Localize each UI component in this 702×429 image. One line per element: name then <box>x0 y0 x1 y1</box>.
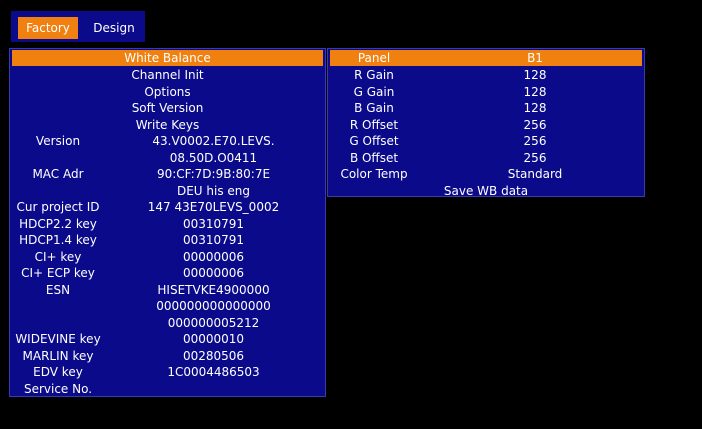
menu-item-channel-init[interactable]: Channel Init <box>12 67 323 83</box>
b-offset-value: 256 <box>523 151 547 165</box>
mac-label: MAC Adr <box>32 167 84 181</box>
white-balance-panel: Panel B1 R Gain 128 G Gain 128 B Gain 12… <box>327 48 645 199</box>
info-row-esn: ESN HISETVKE4900000 <box>12 282 323 298</box>
esn-label: ESN <box>45 283 71 297</box>
esn-value-line2: 000000000000000 <box>156 299 271 313</box>
wb-row-b-offset[interactable]: B Offset 256 <box>330 150 642 166</box>
wb-row-g-gain[interactable]: G Gain 128 <box>330 84 642 100</box>
edv-label: EDV key <box>33 365 83 379</box>
marlin-value: 00280506 <box>182 349 245 363</box>
save-wb-data-label: Save WB data <box>443 184 529 198</box>
wb-row-r-offset[interactable]: R Offset 256 <box>330 117 642 133</box>
info-row-hdcp22: HDCP2.2 key 00310791 <box>12 216 323 232</box>
menu-item-write-keys[interactable]: Write Keys <box>12 117 323 133</box>
panel-value: B1 <box>527 51 543 65</box>
menu-item-label: Soft Version <box>131 101 204 115</box>
color-temp-label: Color Temp <box>340 167 408 181</box>
r-offset-value: 256 <box>523 118 547 132</box>
ciplus-ecp-value: 00000006 <box>182 266 245 280</box>
languages-value: DEU his eng <box>176 184 251 198</box>
info-row-widevine: WIDEVINE key 00000010 <box>12 331 323 347</box>
r-gain-label: R Gain <box>354 68 394 82</box>
wb-row-g-offset[interactable]: G Offset 256 <box>330 133 642 149</box>
hdcp22-label: HDCP2.2 key <box>19 217 97 231</box>
tab-bar: Factory Design <box>11 11 145 42</box>
menu-item-label: Write Keys <box>135 118 200 132</box>
r-offset-label: R Offset <box>349 118 399 132</box>
wb-row-panel[interactable]: Panel B1 <box>330 50 642 66</box>
hdcp22-value: 00310791 <box>182 217 245 231</box>
menu-item-label: White Balance <box>124 51 211 65</box>
info-row-version: Version 43.V0002.E70.LEVS. <box>12 133 323 149</box>
version-label: Version <box>35 134 81 148</box>
info-row-version-cont: 08.50D.O0411 <box>12 150 323 166</box>
tab-design[interactable]: Design <box>86 17 142 39</box>
info-row-service: Service No. <box>12 381 323 397</box>
hdcp14-label: HDCP1.4 key <box>19 233 97 247</box>
b-gain-label: B Gain <box>354 101 394 115</box>
info-row-esn-cont1: 000000000000000 <box>12 298 323 314</box>
info-row-ciplus: CI+ key 00000006 <box>12 249 323 265</box>
wb-row-b-gain[interactable]: B Gain 128 <box>330 100 642 116</box>
info-row-marlin: MARLIN key 00280506 <box>12 348 323 364</box>
menu-item-soft-version[interactable]: Soft Version <box>12 100 323 116</box>
menu-item-label: Options <box>144 85 191 99</box>
info-row-languages: DEU his eng <box>12 183 323 199</box>
factory-menu-panel: White Balance Channel Init Options Soft … <box>9 48 326 397</box>
r-gain-value: 128 <box>523 68 547 82</box>
g-gain-value: 128 <box>523 85 547 99</box>
version-value-line2: 08.50D.O0411 <box>169 151 258 165</box>
widevine-label: WIDEVINE key <box>15 332 101 346</box>
menu-item-options[interactable]: Options <box>12 84 323 100</box>
wb-row-color-temp[interactable]: Color Temp Standard <box>330 166 642 182</box>
esn-value-line1: HISETVKE4900000 <box>157 283 270 297</box>
info-row-ciplus-ecp: CI+ ECP key 00000006 <box>12 265 323 281</box>
b-offset-label: B Offset <box>349 151 399 165</box>
version-value-line1: 43.V0002.E70.LEVS. <box>152 134 275 148</box>
menu-item-white-balance[interactable]: White Balance <box>12 50 323 66</box>
wb-row-r-gain[interactable]: R Gain 128 <box>330 67 642 83</box>
color-temp-value: Standard <box>507 167 563 181</box>
g-gain-label: G Gain <box>353 85 395 99</box>
ciplus-value: 00000006 <box>182 250 245 264</box>
esn-value-line3: 000000005212 <box>167 316 260 330</box>
info-row-edv: EDV key 1C0004486503 <box>12 364 323 380</box>
info-row-hdcp14: HDCP1.4 key 00310791 <box>12 232 323 248</box>
ciplus-ecp-label: CI+ ECP key <box>21 266 95 280</box>
b-gain-value: 128 <box>523 101 547 115</box>
ciplus-label: CI+ key <box>34 250 82 264</box>
save-wb-data-button[interactable]: Save WB data <box>330 183 642 199</box>
project-label: Cur project ID <box>16 200 100 214</box>
service-label: Service No. <box>23 382 93 396</box>
widevine-value: 00000010 <box>182 332 245 346</box>
tab-factory[interactable]: Factory <box>18 17 78 39</box>
project-value: 147 43E70LEVS_0002 <box>147 200 280 214</box>
menu-item-label: Channel Init <box>131 68 204 82</box>
mac-value: 90:CF:7D:9B:80:7E <box>156 167 271 181</box>
info-row-esn-cont2: 000000005212 <box>12 315 323 331</box>
g-offset-label: G Offset <box>349 134 399 148</box>
info-row-project: Cur project ID 147 43E70LEVS_0002 <box>12 199 323 215</box>
hdcp14-value: 00310791 <box>182 233 245 247</box>
info-row-mac: MAC Adr 90:CF:7D:9B:80:7E <box>12 166 323 182</box>
panel-label: Panel <box>357 51 391 65</box>
marlin-label: MARLIN key <box>22 349 94 363</box>
edv-value: 1C0004486503 <box>167 365 260 379</box>
g-offset-value: 256 <box>523 134 547 148</box>
